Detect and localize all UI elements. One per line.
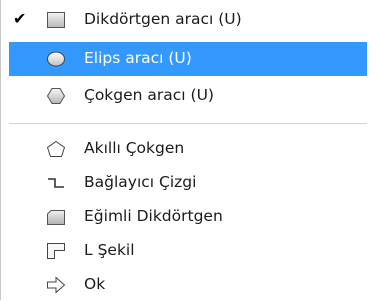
menu-item-beveled-rectangle[interactable]: Eğimli Dikdörtgen (1, 200, 381, 234)
menu-item-connector-line[interactable]: Bağlayıcı Çizgi (1, 166, 381, 200)
menu-item-label: Eğimli Dikdörtgen (84, 207, 223, 225)
shape-tool-menu: ✔ Dikdörtgen aracı (U) Elips aracı (U) Ç… (0, 0, 381, 300)
menu-item-ellipse-tool[interactable]: Elips aracı (U) (9, 42, 367, 76)
menu-item-label: L Şekil (84, 241, 135, 259)
menu-item-l-shape[interactable]: L Şekil (1, 234, 381, 268)
l-shape-icon (46, 242, 66, 260)
menu-item-label: Elips aracı (U) (84, 49, 192, 67)
menu-item-label: Ok (84, 275, 106, 293)
menu-item-label: Çokgen aracı (U) (84, 86, 214, 104)
menu-item-label: Akıllı Çokgen (84, 139, 185, 157)
menu-item-rectangle-tool[interactable]: ✔ Dikdörtgen aracı (U) (1, 3, 381, 37)
menu-item-smart-polygon[interactable]: Akıllı Çokgen (1, 132, 381, 166)
rectangle-tool-icon (46, 11, 66, 29)
menu-item-arrow-shape[interactable]: Ok (1, 268, 381, 302)
arrow-shape-icon (46, 276, 66, 294)
smart-polygon-icon (46, 140, 66, 158)
beveled-rectangle-icon (46, 208, 66, 226)
checkmark-icon: ✔ (13, 9, 27, 28)
menu-separator (9, 123, 367, 124)
ellipse-tool-icon (46, 50, 66, 68)
polygon-tool-icon (46, 87, 66, 105)
menu-item-label: Bağlayıcı Çizgi (84, 173, 197, 191)
menu-item-polygon-tool[interactable]: Çokgen aracı (U) (1, 79, 381, 113)
connector-line-icon (46, 174, 66, 192)
menu-item-label: Dikdörtgen aracı (U) (84, 10, 242, 28)
